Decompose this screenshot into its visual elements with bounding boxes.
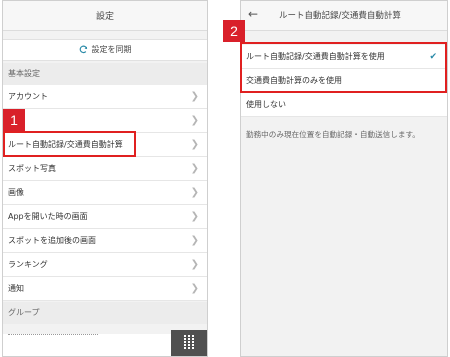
top-bar: ← ルート自動記録/交通費自動計算 (241, 1, 447, 31)
chevron-right-icon: ❯ (190, 283, 199, 294)
chevron-right-icon: ❯ (190, 91, 199, 102)
settings-item-hidden[interactable]: ❯ (3, 109, 207, 133)
back-arrow-icon[interactable]: ← (248, 7, 258, 21)
settings-item-image[interactable]: 画像 ❯ (3, 181, 207, 205)
chevron-right-icon: ❯ (190, 259, 199, 270)
highlight-box-options (240, 42, 447, 93)
item-label: 画像 (8, 188, 24, 197)
settings-item-spot-photo[interactable]: スポット写真 ❯ (3, 157, 207, 181)
item-label: 通知 (8, 284, 24, 293)
chevron-right-icon: ❯ (190, 235, 199, 246)
settings-item-account[interactable]: アカウント ❯ (3, 85, 207, 109)
item-label: ランキング (8, 260, 48, 269)
settings-screen: 設定 設定を同期 基本設定 アカウント ❯ ❯ ルート自動記録/交通費自動計算 ❯ … (2, 0, 208, 357)
item-label: スポット写真 (8, 164, 56, 173)
page-title: 設定 (95, 12, 114, 22)
settings-item-after-add-spot[interactable]: スポットを追加後の画面 ❯ (3, 229, 207, 253)
item-label: Appを開いた時の画面 (8, 212, 88, 221)
chevron-right-icon: ❯ (190, 115, 199, 126)
grid-menu-button[interactable] (171, 330, 207, 356)
settings-item-ranking[interactable]: ランキング ❯ (3, 253, 207, 277)
item-label: スポットを追加後の画面 (8, 236, 96, 245)
option-disable[interactable]: 使用しない (241, 93, 447, 117)
chevron-right-icon: ❯ (190, 187, 199, 198)
item-label: アカウント (8, 92, 48, 101)
grid-menu-icon (184, 335, 194, 351)
chevron-right-icon: ❯ (190, 139, 199, 150)
section-group: グループ (3, 302, 207, 324)
chevron-right-icon: ❯ (190, 211, 199, 222)
option-label: 使用しない (246, 100, 286, 109)
top-bar: 設定 (3, 1, 207, 31)
page-title: ルート自動記録/交通費自動計算 (279, 11, 401, 21)
sync-settings-button[interactable]: 設定を同期 (3, 39, 207, 61)
chevron-right-icon: ❯ (190, 163, 199, 174)
step-badge-2: 2 (223, 20, 245, 42)
settings-item-app-open-screen[interactable]: Appを開いた時の画面 ❯ (3, 205, 207, 229)
settings-item-notification[interactable]: 通知 ❯ (3, 277, 207, 301)
highlight-box-route (3, 131, 136, 157)
sync-label: 設定を同期 (91, 45, 132, 54)
step-badge-1: 1 (3, 109, 25, 131)
section-basic-settings: 基本設定 (3, 63, 207, 85)
description-text: 勤務中のみ現在位置を自動記録・自動送信します。 (246, 130, 420, 139)
sync-icon (79, 45, 87, 54)
